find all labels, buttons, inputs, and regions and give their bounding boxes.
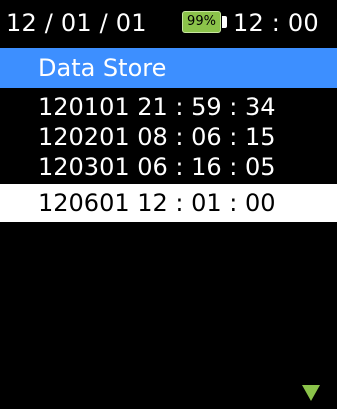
triangle-down-icon[interactable] — [302, 385, 320, 401]
record-text: 120201 08 : 06 : 15 — [38, 123, 276, 151]
record-row[interactable]: 120201 08 : 06 : 15 — [0, 122, 337, 152]
battery-level: 99% — [187, 14, 216, 29]
status-bar: 12 / 01 / 01 99% 12 : 00 — [0, 0, 337, 45]
date-display: 12 / 01 / 01 — [6, 9, 147, 37]
record-text: 120101 21 : 59 : 34 — [38, 93, 276, 121]
battery-icon: 99% — [182, 11, 227, 33]
record-text: 120301 06 : 16 : 05 — [38, 153, 276, 181]
record-row[interactable]: 120101 21 : 59 : 34 — [0, 92, 337, 122]
record-row[interactable]: 120301 06 : 16 : 05 — [0, 152, 337, 182]
time-display: 12 : 00 — [233, 9, 319, 37]
record-text: 120601 12 : 01 : 00 — [38, 189, 276, 217]
record-list: 120101 21 : 59 : 34 120201 08 : 06 : 15 … — [0, 92, 337, 222]
battery-tip — [222, 16, 227, 28]
device-screen: 12 / 01 / 01 99% 12 : 00 Data Store 1201… — [0, 0, 337, 409]
record-row-selected[interactable]: 120601 12 : 01 : 00 — [0, 184, 337, 222]
title-bar: Data Store — [0, 48, 337, 88]
page-title: Data Store — [38, 54, 167, 82]
